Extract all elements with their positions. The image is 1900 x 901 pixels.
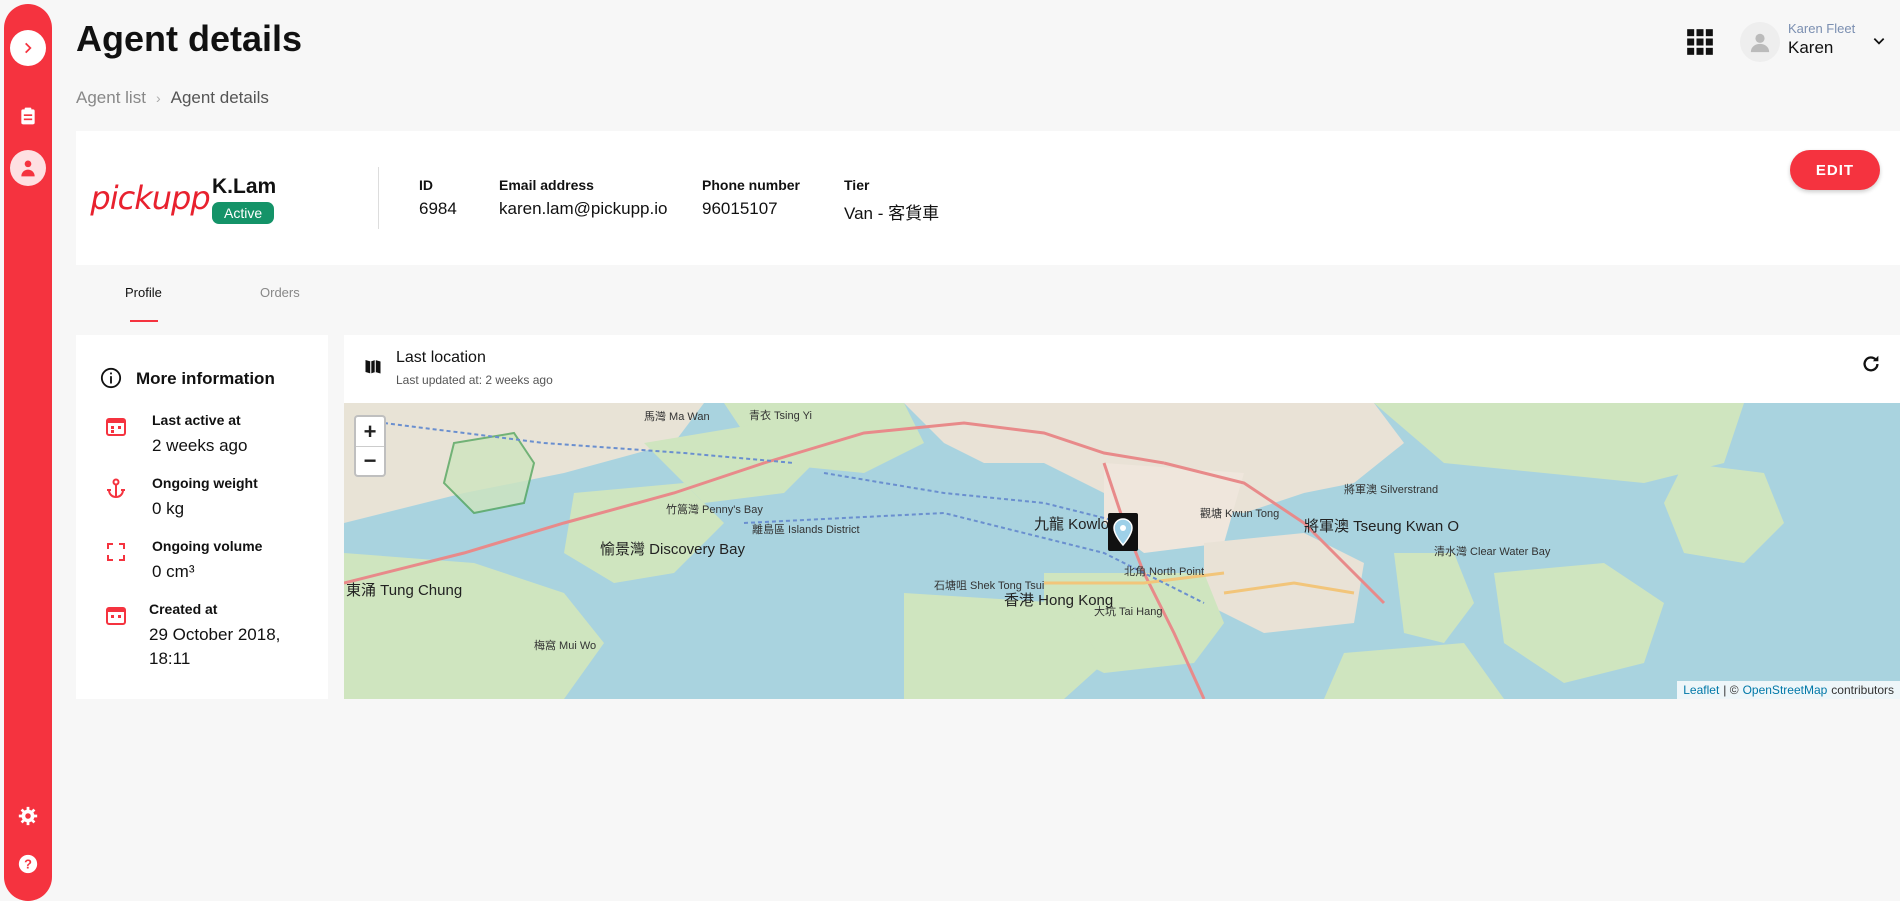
field-value: 6984 bbox=[419, 199, 457, 218]
info-icon bbox=[100, 367, 122, 389]
info-label: Ongoing weight bbox=[152, 475, 258, 491]
status-badge: Active bbox=[212, 202, 275, 224]
field-tier: Tier Van - 客貨車 bbox=[844, 177, 939, 224]
field-phone: Phone number 96015107 bbox=[702, 177, 800, 219]
help-icon: ? bbox=[18, 854, 38, 874]
chevron-down-icon[interactable] bbox=[1872, 34, 1886, 48]
location-marker[interactable] bbox=[1108, 513, 1138, 551]
map-label: 竹篙灣 Penny's Bay bbox=[666, 504, 763, 516]
anchor-icon bbox=[107, 478, 125, 499]
sidebar: ? bbox=[4, 4, 52, 901]
info-label: Last active at bbox=[152, 412, 241, 428]
map-label: 東涌 Tung Chung bbox=[346, 582, 463, 599]
map[interactable]: 馬灣 Ma Wan 青衣 Tsing Yi 竹篙灣 Penny's Bay 離島… bbox=[344, 403, 1900, 699]
edit-button[interactable]: EDIT bbox=[1790, 150, 1880, 190]
last-updated-text: Last updated at: 2 weeks ago bbox=[396, 373, 553, 387]
info-label: Ongoing volume bbox=[152, 538, 263, 554]
openstreetmap-link[interactable]: OpenStreetMap bbox=[1743, 683, 1828, 697]
map-label: 大坑 Tai Hang bbox=[1094, 606, 1163, 618]
leaflet-link[interactable]: Leaflet bbox=[1683, 683, 1719, 697]
breadcrumb-current: Agent details bbox=[170, 88, 269, 107]
refresh-icon bbox=[1863, 355, 1879, 372]
expand-sidebar-button[interactable] bbox=[10, 30, 46, 66]
map-label: 離島區 Islands District bbox=[752, 524, 860, 536]
zoom-control: + − bbox=[354, 415, 386, 477]
info-value: 0 kg bbox=[152, 499, 185, 518]
more-information-panel: More information Last active at 2 weeks … bbox=[76, 335, 328, 699]
user-org: Karen Fleet bbox=[1788, 21, 1856, 36]
field-label: Tier bbox=[844, 177, 870, 193]
map-label: 清水灣 Clear Water Bay bbox=[1434, 546, 1551, 558]
crop-icon bbox=[107, 543, 125, 561]
apps-button[interactable] bbox=[1686, 28, 1714, 56]
apps-grid-icon bbox=[1687, 29, 1713, 55]
field-value: 96015107 bbox=[702, 199, 778, 218]
map-label: 北角 North Point bbox=[1124, 566, 1205, 578]
avatar bbox=[1740, 22, 1780, 62]
breadcrumb: Agent list › Agent details bbox=[76, 88, 269, 108]
map-pin-icon bbox=[1113, 518, 1133, 546]
tab-profile[interactable]: Profile bbox=[125, 285, 162, 300]
map-tiles bbox=[344, 403, 1900, 699]
map-label: 觀塘 Kwun Tong bbox=[1200, 508, 1280, 520]
calendar-icon bbox=[106, 418, 126, 436]
chevron-right-icon: › bbox=[155, 90, 161, 106]
logo-text: pickupp bbox=[90, 179, 210, 217]
svg-text:?: ? bbox=[24, 857, 32, 872]
map-label: 梅窩 Mui Wo bbox=[534, 640, 597, 652]
page-title: Agent details bbox=[76, 18, 303, 59]
tab-orders[interactable]: Orders bbox=[260, 285, 300, 300]
zoom-out-button[interactable]: − bbox=[356, 446, 384, 475]
info-value: 29 October 2018, 18:11 bbox=[149, 625, 281, 668]
sidebar-item-settings[interactable] bbox=[10, 798, 46, 834]
tab-indicator bbox=[130, 320, 158, 322]
agent-name: K.Lam bbox=[212, 175, 277, 198]
user-name: Karen bbox=[1788, 38, 1834, 57]
field-label: Email address bbox=[499, 177, 594, 193]
more-information-title: More information bbox=[136, 369, 275, 388]
agent-summary-card: pickupp K.Lam Active ID 6984 Email addre… bbox=[76, 131, 1900, 265]
sidebar-item-help[interactable]: ? bbox=[10, 846, 46, 882]
breadcrumb-agent-list[interactable]: Agent list bbox=[76, 88, 146, 108]
zoom-in-button[interactable]: + bbox=[356, 417, 384, 446]
attribution-suffix: contributors bbox=[1831, 683, 1894, 697]
clipboard-icon bbox=[21, 107, 35, 125]
sidebar-item-orders[interactable] bbox=[10, 98, 46, 134]
map-label: 將軍澳 Silverstrand bbox=[1344, 484, 1439, 496]
user-icon bbox=[1750, 33, 1770, 53]
refresh-button[interactable] bbox=[1860, 353, 1884, 377]
info-value: 2 weeks ago bbox=[152, 436, 248, 455]
last-location-title: Last location bbox=[396, 349, 486, 366]
info-value: 0 cm³ bbox=[152, 562, 195, 581]
map-label: 愉景灣 Discovery Bay bbox=[600, 541, 746, 558]
field-value: Van - 客貨車 bbox=[844, 204, 940, 223]
calendar-icon bbox=[106, 607, 126, 625]
user-menu[interactable]: Karen Fleet Karen bbox=[1740, 18, 1890, 62]
attribution-separator: | © bbox=[1723, 683, 1739, 697]
sidebar-item-agents[interactable] bbox=[10, 150, 46, 186]
divider bbox=[378, 167, 379, 229]
chevron-right-icon bbox=[25, 42, 32, 54]
last-location-panel: Last location Last updated at: 2 weeks a… bbox=[344, 335, 1900, 699]
info-label: Created at bbox=[149, 601, 218, 617]
map-attribution: Leaflet | © OpenStreetMap contributors bbox=[1677, 681, 1900, 699]
map-label: 馬灣 Ma Wan bbox=[644, 411, 710, 423]
agent-icon bbox=[21, 160, 35, 177]
field-label: Phone number bbox=[702, 177, 801, 193]
map-icon bbox=[365, 360, 381, 374]
field-label: ID bbox=[419, 177, 433, 193]
map-label: 青衣 Tsing Yi bbox=[749, 410, 812, 422]
field-id: ID 6984 bbox=[419, 177, 457, 219]
field-value: karen.lam@pickupp.io bbox=[499, 199, 668, 218]
map-label: 將軍澳 Tseung Kwan O bbox=[1304, 518, 1460, 535]
gear-icon bbox=[18, 806, 38, 826]
field-email: Email address karen.lam@pickupp.io bbox=[499, 177, 667, 219]
map-label: 石塘咀 Shek Tong Tsui bbox=[934, 580, 1045, 592]
company-logo: pickupp bbox=[90, 175, 210, 221]
